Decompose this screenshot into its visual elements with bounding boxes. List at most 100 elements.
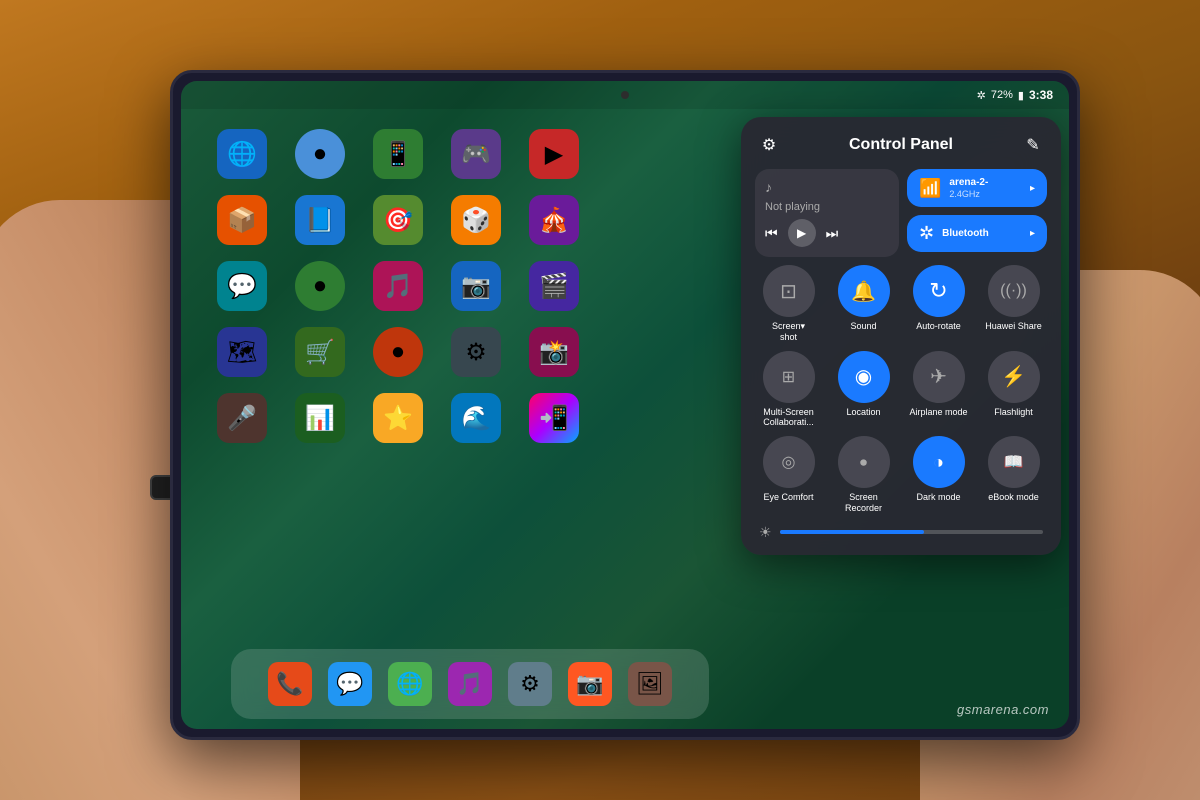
toggle-screenshot[interactable]: ⊡ Screen▾shot bbox=[755, 265, 822, 343]
wifi-card[interactable]: 📶 arena-2- 2.4GHz ▸ bbox=[907, 169, 1047, 207]
apps-area: 🌐 ● 📱 🎮 ▶ 📦 📘 🎯 🎲 🎪 💬 ● 🎵 bbox=[201, 121, 729, 639]
toggle-airplane[interactable]: ✈ Airplane mode bbox=[905, 351, 972, 429]
cp-header: ⚙ Control Panel ✎ bbox=[755, 131, 1047, 159]
app-icon[interactable]: 📱 bbox=[373, 129, 423, 179]
app-icon[interactable]: ● bbox=[373, 327, 423, 377]
app-icon[interactable]: 🎤 bbox=[217, 393, 267, 443]
dock-icon-music[interactable]: 🎵 bbox=[448, 662, 492, 706]
multiscreen-btn[interactable]: ⊞ bbox=[763, 351, 815, 403]
ebook-label: eBook mode bbox=[988, 492, 1039, 503]
airplane-btn[interactable]: ✈ bbox=[913, 351, 965, 403]
location-label: Location bbox=[846, 407, 880, 418]
sound-btn[interactable]: 🔔 bbox=[838, 265, 890, 317]
bt-label: Bluetooth bbox=[942, 228, 1022, 240]
app-icon[interactable]: 📷 bbox=[451, 261, 501, 311]
app-icon[interactable]: ● bbox=[295, 261, 345, 311]
autorotate-label: Auto-rotate bbox=[916, 321, 961, 332]
time-display: 3:38 bbox=[1029, 88, 1053, 102]
eye-comfort-btn[interactable]: ◎ bbox=[763, 436, 815, 488]
ebook-btn[interactable]: 📖 bbox=[988, 436, 1040, 488]
dark-mode-label: Dark mode bbox=[916, 492, 960, 503]
app-icon[interactable]: 📊 bbox=[295, 393, 345, 443]
app-icon[interactable]: ▶ bbox=[529, 129, 579, 179]
app-icon[interactable]: 🎮 bbox=[451, 129, 501, 179]
dock-icon-gallery[interactable]: 🖼 bbox=[628, 662, 672, 706]
toggle-dark-mode[interactable]: ◑ Dark mode bbox=[905, 436, 972, 514]
dock-icon-camera[interactable]: 📷 bbox=[568, 662, 612, 706]
tablet-device: ✲ 72% ▮ 3:38 🌐 ● 📱 🎮 ▶ 📦 📘 bbox=[170, 70, 1080, 740]
autorotate-btn[interactable]: ↻ bbox=[913, 265, 965, 317]
location-btn[interactable]: ◉ bbox=[838, 351, 890, 403]
brightness-fill bbox=[780, 530, 925, 534]
app-icon[interactable]: ⚙ bbox=[451, 327, 501, 377]
screen-recorder-label: Screen Recorder bbox=[830, 492, 897, 514]
app-icon[interactable]: 📦 bbox=[217, 195, 267, 245]
dark-mode-btn[interactable]: ◑ bbox=[913, 436, 965, 488]
toggle-autorotate[interactable]: ↻ Auto-rotate bbox=[905, 265, 972, 343]
battery-icon: ▮ bbox=[1018, 89, 1024, 102]
app-icon[interactable]: 📸 bbox=[529, 327, 579, 377]
toggle-huawei-share[interactable]: ((·)) Huawei Share bbox=[980, 265, 1047, 343]
battery-percent: 72% bbox=[991, 89, 1013, 101]
flashlight-btn[interactable]: ⚡ bbox=[988, 351, 1040, 403]
app-icon[interactable]: 🌊 bbox=[451, 393, 501, 443]
dock-icon-settings[interactable]: ⚙ bbox=[508, 662, 552, 706]
app-icon[interactable]: 📲 bbox=[529, 393, 579, 443]
toggle-ebook[interactable]: 📖 eBook mode bbox=[980, 436, 1047, 514]
app-icon[interactable]: 🗺 bbox=[217, 327, 267, 377]
app-icon[interactable]: 🎯 bbox=[373, 195, 423, 245]
sound-label: Sound bbox=[850, 321, 876, 332]
flashlight-label: Flashlight bbox=[994, 407, 1033, 418]
app-icon[interactable]: 🛒 bbox=[295, 327, 345, 377]
apps-row-1: 🌐 ● 📱 🎮 ▶ bbox=[201, 121, 729, 187]
app-icon[interactable]: 🎲 bbox=[451, 195, 501, 245]
eye-comfort-label: Eye Comfort bbox=[763, 492, 813, 503]
bt-chevron: ▸ bbox=[1030, 228, 1035, 239]
edit-button[interactable]: ✎ bbox=[1019, 131, 1047, 159]
toggles-row-3: ◎ Eye Comfort ⏺ Screen Recorder ◑ Dark m… bbox=[755, 436, 1047, 514]
scene: ✲ 72% ▮ 3:38 🌐 ● 📱 🎮 ▶ 📦 📘 bbox=[0, 0, 1200, 800]
settings-button[interactable]: ⚙ bbox=[755, 131, 783, 159]
wifi-name: arena-2- bbox=[949, 177, 1022, 189]
app-icon[interactable]: ⭐ bbox=[373, 393, 423, 443]
app-icon[interactable]: 🎬 bbox=[529, 261, 579, 311]
toggles-row-1: ⊡ Screen▾shot 🔔 Sound ↻ Auto-rotate ((·)… bbox=[755, 265, 1047, 343]
toggle-sound[interactable]: 🔔 Sound bbox=[830, 265, 897, 343]
app-icon[interactable]: 🎵 bbox=[373, 261, 423, 311]
app-icon[interactable]: 🎪 bbox=[529, 195, 579, 245]
apps-row-3: 💬 ● 🎵 📷 🎬 bbox=[201, 253, 729, 319]
app-icon[interactable]: 📘 bbox=[295, 195, 345, 245]
brightness-row: ☀ bbox=[755, 524, 1047, 541]
toggle-screen-recorder[interactable]: ⏺ Screen Recorder bbox=[830, 436, 897, 514]
bluetooth-card[interactable]: ✲ Bluetooth ▸ bbox=[907, 215, 1047, 252]
apps-row-2: 📦 📘 🎯 🎲 🎪 bbox=[201, 187, 729, 253]
status-bar: ✲ 72% ▮ 3:38 bbox=[181, 81, 1069, 109]
control-panel: ⚙ Control Panel ✎ ♪ Not playing ⏮ ▶ bbox=[741, 117, 1061, 555]
brightness-track[interactable] bbox=[780, 530, 1043, 534]
huawei-share-btn[interactable]: ((·)) bbox=[988, 265, 1040, 317]
dock-icon-phone[interactable]: 📞 bbox=[268, 662, 312, 706]
next-button[interactable]: ⏭ bbox=[826, 225, 839, 242]
multiscreen-label: Multi-Screen Collaborati... bbox=[755, 407, 822, 429]
dock-icon-browser[interactable]: 🌐 bbox=[388, 662, 432, 706]
toggle-flashlight[interactable]: ⚡ Flashlight bbox=[980, 351, 1047, 429]
dock-icon-messages[interactable]: 💬 bbox=[328, 662, 372, 706]
prev-button[interactable]: ⏮ bbox=[765, 225, 778, 242]
music-status: Not playing bbox=[765, 201, 889, 213]
app-icon[interactable]: ● bbox=[295, 129, 345, 179]
wifi-chevron: ▸ bbox=[1030, 183, 1035, 194]
music-note-icon: ♪ bbox=[765, 179, 889, 195]
wifi-freq: 2.4GHz bbox=[949, 189, 1022, 199]
screen-recorder-btn[interactable]: ⏺ bbox=[838, 436, 890, 488]
screenshot-label: Screen▾shot bbox=[772, 321, 805, 343]
toggle-eye-comfort[interactable]: ◎ Eye Comfort bbox=[755, 436, 822, 514]
toggle-multiscreen[interactable]: ⊞ Multi-Screen Collaborati... bbox=[755, 351, 822, 429]
music-controls: ⏮ ▶ ⏭ bbox=[765, 219, 889, 247]
toggle-location[interactable]: ◉ Location bbox=[830, 351, 897, 429]
screenshot-btn[interactable]: ⊡ bbox=[763, 265, 815, 317]
music-card[interactable]: ♪ Not playing ⏮ ▶ ⏭ bbox=[755, 169, 899, 257]
play-button[interactable]: ▶ bbox=[788, 219, 816, 247]
app-icon[interactable]: 🌐 bbox=[217, 129, 267, 179]
app-icon[interactable]: 💬 bbox=[217, 261, 267, 311]
wifi-bt-column: 📶 arena-2- 2.4GHz ▸ ✲ Bluetooth bbox=[907, 169, 1047, 257]
